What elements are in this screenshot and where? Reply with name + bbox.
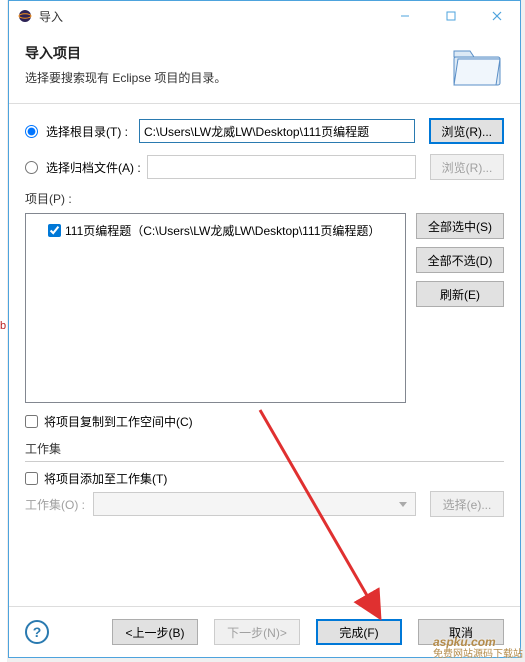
back-button[interactable]: <上一步(B): [112, 619, 198, 645]
finish-button[interactable]: 完成(F): [316, 619, 402, 645]
import-folder-icon: [450, 43, 504, 89]
select-all-button[interactable]: 全部选中(S): [416, 213, 504, 239]
close-button[interactable]: [474, 1, 520, 31]
archive-radio[interactable]: [25, 161, 38, 174]
page-description: 选择要搜索现有 Eclipse 项目的目录。: [25, 69, 450, 86]
minimize-button[interactable]: [382, 1, 428, 31]
workingset-combo-label: 工作集(O) :: [25, 496, 87, 513]
window-title: 导入: [39, 8, 382, 25]
workingset-group: 工作集 将项目添加至工作集(T) 工作集(O) : 选择(e)...: [25, 440, 504, 517]
browse-root-button[interactable]: 浏览(R)...: [429, 118, 504, 144]
left-edge-marker: b: [0, 320, 6, 332]
archive-radio-label[interactable]: 选择归档文件(A) :: [25, 159, 141, 176]
root-dir-input[interactable]: [139, 119, 415, 143]
projects-tree[interactable]: 111页编程题（C:\Users\LW龙威LW\Desktop\111页编程题）: [25, 213, 406, 403]
add-to-workingset-label: 将项目添加至工作集(T): [44, 470, 167, 487]
import-dialog: 导入 导入项目 选择要搜索现有 Eclipse 项目的目录。 选择根目录(T) …: [8, 0, 521, 658]
workingset-title: 工作集: [25, 440, 504, 457]
maximize-button[interactable]: [428, 1, 474, 31]
root-dir-radio[interactable]: [25, 125, 38, 138]
deselect-all-button[interactable]: 全部不选(D): [416, 247, 504, 273]
next-button: 下一步(N)>: [214, 619, 300, 645]
project-checkbox[interactable]: [48, 224, 61, 237]
titlebar: 导入: [9, 1, 520, 31]
page-title: 导入项目: [25, 43, 450, 63]
eclipse-icon: [17, 8, 33, 24]
refresh-button[interactable]: 刷新(E): [416, 281, 504, 307]
copy-to-workspace-checkbox[interactable]: [25, 415, 38, 428]
workingset-combo: [93, 492, 416, 516]
copy-to-workspace-label: 将项目复制到工作空间中(C): [44, 413, 193, 430]
projects-label: 项目(P) :: [25, 190, 504, 207]
watermark: aspku.com 免费网站源码下载站: [433, 634, 523, 660]
root-dir-radio-label[interactable]: 选择根目录(T) :: [25, 123, 133, 140]
wizard-header: 导入项目 选择要搜索现有 Eclipse 项目的目录。: [9, 31, 520, 104]
browse-archive-button: 浏览(R)...: [430, 154, 504, 180]
tree-item[interactable]: 111页编程题（C:\Users\LW龙威LW\Desktop\111页编程题）: [32, 220, 399, 241]
add-to-workingset-checkbox[interactable]: [25, 472, 38, 485]
help-icon[interactable]: ?: [25, 620, 49, 644]
project-item-label: 111页编程题（C:\Users\LW龙威LW\Desktop\111页编程题）: [65, 222, 380, 239]
archive-input: [147, 155, 416, 179]
workingset-select-button: 选择(e)...: [430, 491, 504, 517]
